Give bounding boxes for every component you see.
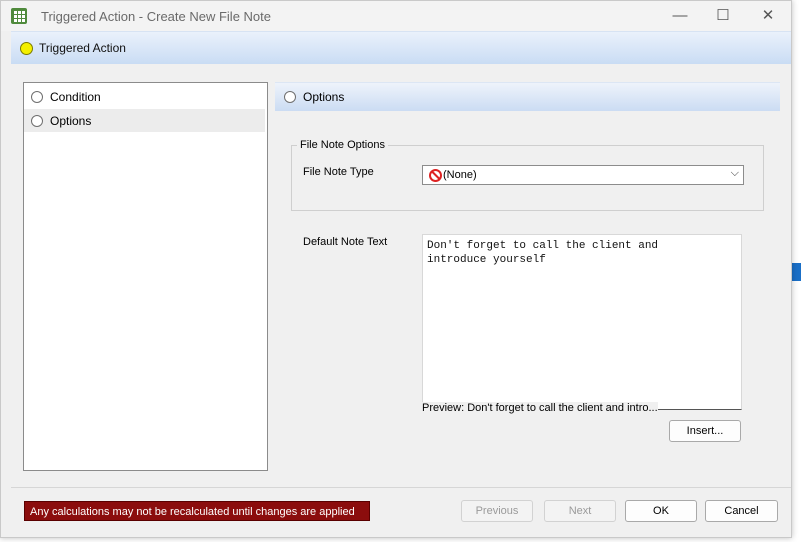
nav-panel: Condition Options: [23, 82, 268, 471]
background-selection-right: [792, 263, 801, 281]
default-note-label: Default Note Text: [303, 236, 388, 248]
group-title: File Note Options: [297, 139, 388, 151]
dialog-window: Triggered Action - Create New File Note …: [0, 0, 792, 538]
radio-icon: [284, 91, 296, 103]
default-note-textarea[interactable]: Don't forget to call the client and intr…: [422, 234, 742, 410]
minimize-button[interactable]: —: [660, 5, 700, 27]
nav-item-label: Condition: [50, 90, 101, 104]
radio-icon: [31, 115, 43, 127]
stage-header: Triggered Action: [11, 31, 791, 64]
cancel-button[interactable]: Cancel: [705, 500, 778, 522]
chevron-down-icon: ⌵: [730, 167, 739, 179]
nav-item-condition[interactable]: Condition: [24, 85, 265, 108]
file-note-type-select[interactable]: (None) ⌵: [422, 165, 744, 185]
no-entry-icon: [429, 169, 442, 182]
file-note-type-label: File Note Type: [303, 166, 374, 178]
nav-item-label: Options: [50, 114, 92, 128]
recalculation-warning: Any calculations may not be recalculated…: [24, 501, 370, 521]
next-button[interactable]: Next: [544, 500, 616, 522]
options-section-header: Options: [275, 82, 780, 111]
note-preview: Preview: Don't forget to call the client…: [422, 402, 658, 414]
previous-button[interactable]: Previous: [461, 500, 533, 522]
status-dot-icon: [20, 42, 33, 55]
stage-label: Triggered Action: [39, 41, 126, 55]
footer-divider: [11, 487, 791, 488]
file-note-type-value: (None): [443, 169, 477, 181]
maximize-button[interactable]: ☐: [703, 5, 743, 27]
window-title: Triggered Action - Create New File Note: [41, 9, 272, 24]
app-icon: [11, 8, 27, 24]
ok-button[interactable]: OK: [625, 500, 697, 522]
nav-item-options[interactable]: Options: [24, 109, 265, 132]
close-button[interactable]: ✕: [748, 5, 788, 27]
options-header-label: Options: [303, 90, 345, 104]
insert-button[interactable]: Insert...: [669, 420, 741, 442]
radio-icon: [31, 91, 43, 103]
title-bar[interactable]: Triggered Action - Create New File Note …: [1, 1, 791, 31]
